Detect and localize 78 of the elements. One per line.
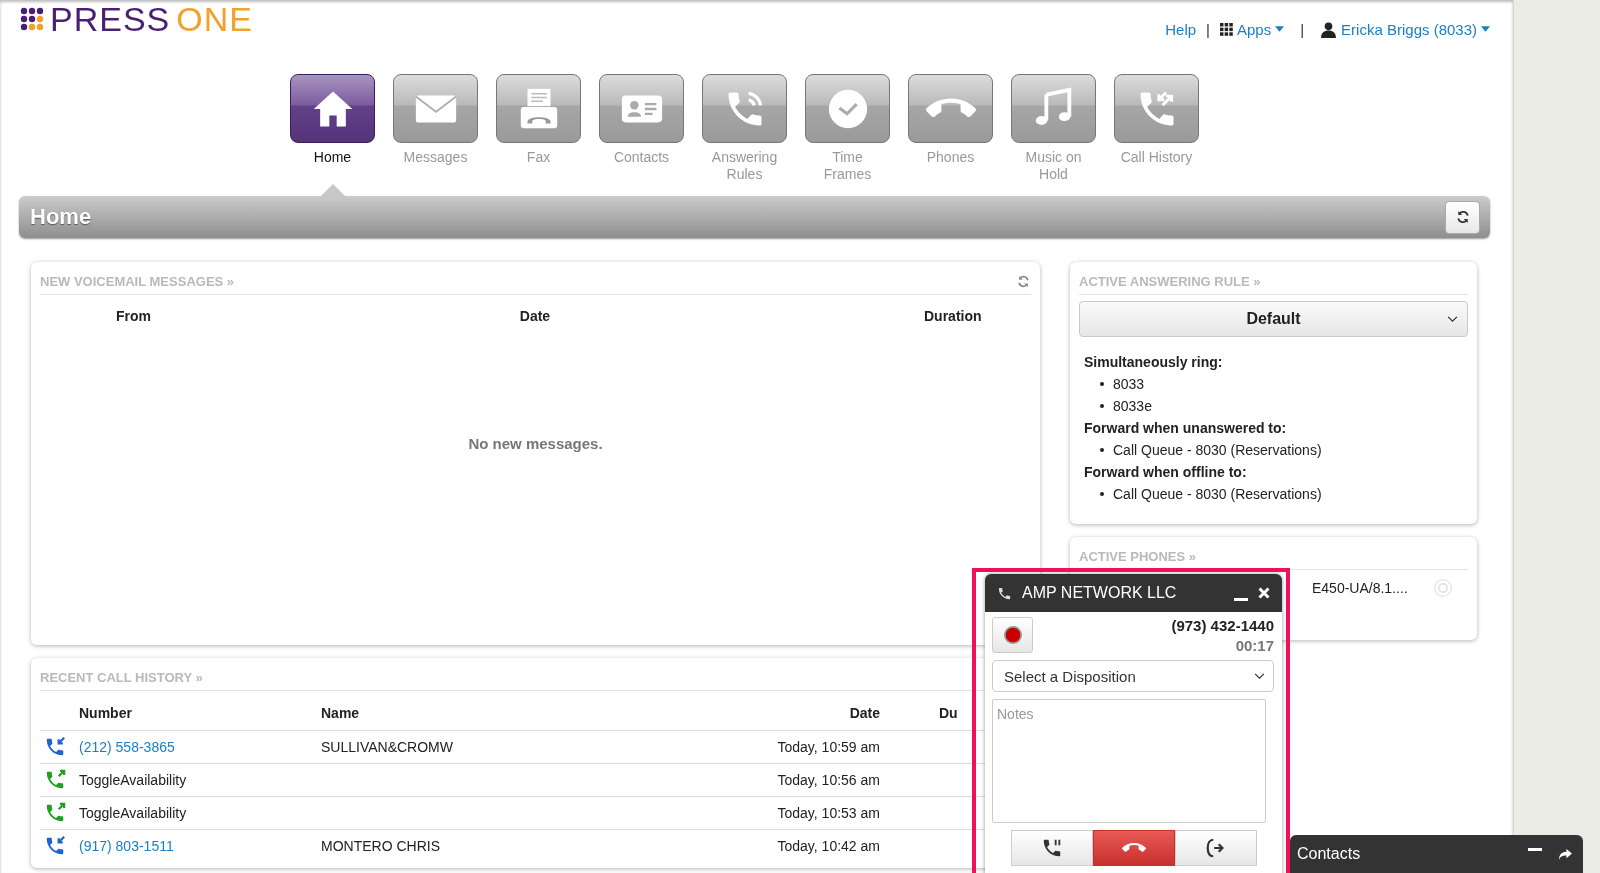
column-header: Duration bbox=[923, 308, 983, 324]
panel-title: ACTIVE PHONES » bbox=[1079, 549, 1197, 564]
phone-number-link[interactable]: (212) 558-3865 bbox=[79, 738, 175, 755]
rule-item: Call Queue - 8030 (Reservations) bbox=[1113, 441, 1322, 460]
refresh-icon[interactable] bbox=[1016, 274, 1031, 289]
phone-number-link[interactable]: (917) 803-1511 bbox=[79, 837, 174, 854]
table-cell: MONTERO CHRIS bbox=[321, 837, 440, 854]
pointer-icon bbox=[319, 184, 347, 198]
bullet-icon bbox=[1100, 404, 1104, 408]
rule-select[interactable]: Default bbox=[1079, 301, 1468, 337]
table-cell: Today, 10:56 am bbox=[777, 771, 880, 788]
share-arrow-icon bbox=[1558, 847, 1573, 861]
column-header: Name bbox=[321, 705, 360, 722]
column-header: Du bbox=[939, 705, 958, 722]
hold-button[interactable] bbox=[1010, 830, 1093, 866]
rule-heading: Forward when offline to: bbox=[1084, 463, 1248, 482]
table-cell: ToggleAvailability bbox=[79, 804, 187, 821]
rule-heading: Simultaneously ring: bbox=[1084, 353, 1224, 372]
separator: | bbox=[1300, 20, 1305, 38]
chevron-down-icon bbox=[1447, 315, 1458, 323]
refresh-icon bbox=[1454, 209, 1471, 225]
dots-logo-icon bbox=[20, 7, 44, 31]
phone-icon bbox=[997, 585, 1012, 601]
bullet-icon bbox=[1100, 382, 1104, 386]
nav-tab[interactable]: Fax bbox=[496, 74, 581, 186]
refresh-button[interactable] bbox=[1445, 200, 1480, 234]
chevron-down-icon bbox=[1254, 672, 1265, 680]
apps-menu[interactable]: Apps bbox=[1220, 20, 1285, 38]
rule-item: 8033e bbox=[1113, 397, 1152, 416]
rule-item: Call Queue - 8030 (Reservations) bbox=[1113, 485, 1322, 504]
nav-tab[interactable]: Answering Rules bbox=[702, 74, 787, 186]
logo: PRESS ONE bbox=[20, 0, 253, 38]
caret-icon bbox=[1275, 26, 1285, 32]
table-cell: SULLIVAN&CROMW bbox=[321, 738, 453, 755]
caller-name: AMP NETWORK LLC bbox=[1022, 584, 1178, 602]
call-timer: 00:17 bbox=[1234, 637, 1274, 654]
page-title: Home bbox=[30, 204, 92, 230]
caret-icon bbox=[1481, 26, 1490, 32]
rule-item: 8033 bbox=[1113, 375, 1145, 394]
column-header: Number bbox=[79, 705, 132, 722]
panel-title: RECENT CALL HISTORY » bbox=[40, 670, 203, 685]
bullet-icon bbox=[1100, 492, 1104, 496]
nav-tab[interactable]: Contacts bbox=[599, 74, 684, 186]
empty-message: No new messages. bbox=[467, 435, 604, 452]
hang-up-button[interactable] bbox=[1092, 830, 1175, 866]
nav-tab[interactable]: Music on Hold bbox=[1011, 74, 1096, 186]
person-icon bbox=[1320, 20, 1338, 38]
rule-heading: Forward when unanswered to: bbox=[1084, 419, 1288, 438]
disposition-select[interactable]: Select a Disposition bbox=[992, 660, 1274, 692]
minimize-icon bbox=[1234, 597, 1248, 601]
column-header: Date bbox=[518, 308, 552, 324]
nav-tab[interactable]: Call History bbox=[1114, 74, 1199, 186]
contacts-bar[interactable]: Contacts bbox=[1290, 835, 1583, 873]
table-cell: Today, 10:53 am bbox=[777, 804, 880, 821]
help-link[interactable]: Help bbox=[1165, 20, 1197, 38]
caller-number: (973) 432-1440 bbox=[1171, 617, 1274, 634]
panel-title: ACTIVE ANSWERING RULE » bbox=[1079, 274, 1261, 289]
table-cell: Today, 10:59 am bbox=[777, 738, 880, 755]
record-icon bbox=[1002, 625, 1023, 645]
user-menu[interactable]: Ericka Briggs (8033) bbox=[1320, 20, 1490, 38]
panel-title: NEW VOICEMAIL MESSAGES » bbox=[40, 274, 235, 289]
notes-field[interactable]: Notes bbox=[992, 699, 1266, 823]
nav-tab[interactable]: Messages bbox=[393, 74, 478, 186]
nav-tab[interactable]: Phones bbox=[908, 74, 993, 186]
close-icon bbox=[1258, 587, 1270, 599]
record-button[interactable] bbox=[992, 617, 1033, 653]
device-name: E450-UA/8.1.... bbox=[1312, 580, 1408, 596]
minimize-icon bbox=[1528, 847, 1542, 851]
bullet-icon bbox=[1100, 448, 1104, 452]
column-header: Date bbox=[849, 705, 880, 722]
nav-tab[interactable]: Time Frames bbox=[805, 74, 890, 186]
separator: | bbox=[1206, 20, 1210, 38]
nav-tab[interactable]: Home bbox=[290, 74, 375, 186]
table-cell: ToggleAvailability bbox=[79, 771, 187, 788]
table-cell: Today, 10:42 am bbox=[777, 837, 880, 854]
column-header: From bbox=[115, 308, 152, 324]
grid-icon bbox=[1220, 22, 1233, 36]
transfer-button[interactable] bbox=[1174, 830, 1257, 866]
